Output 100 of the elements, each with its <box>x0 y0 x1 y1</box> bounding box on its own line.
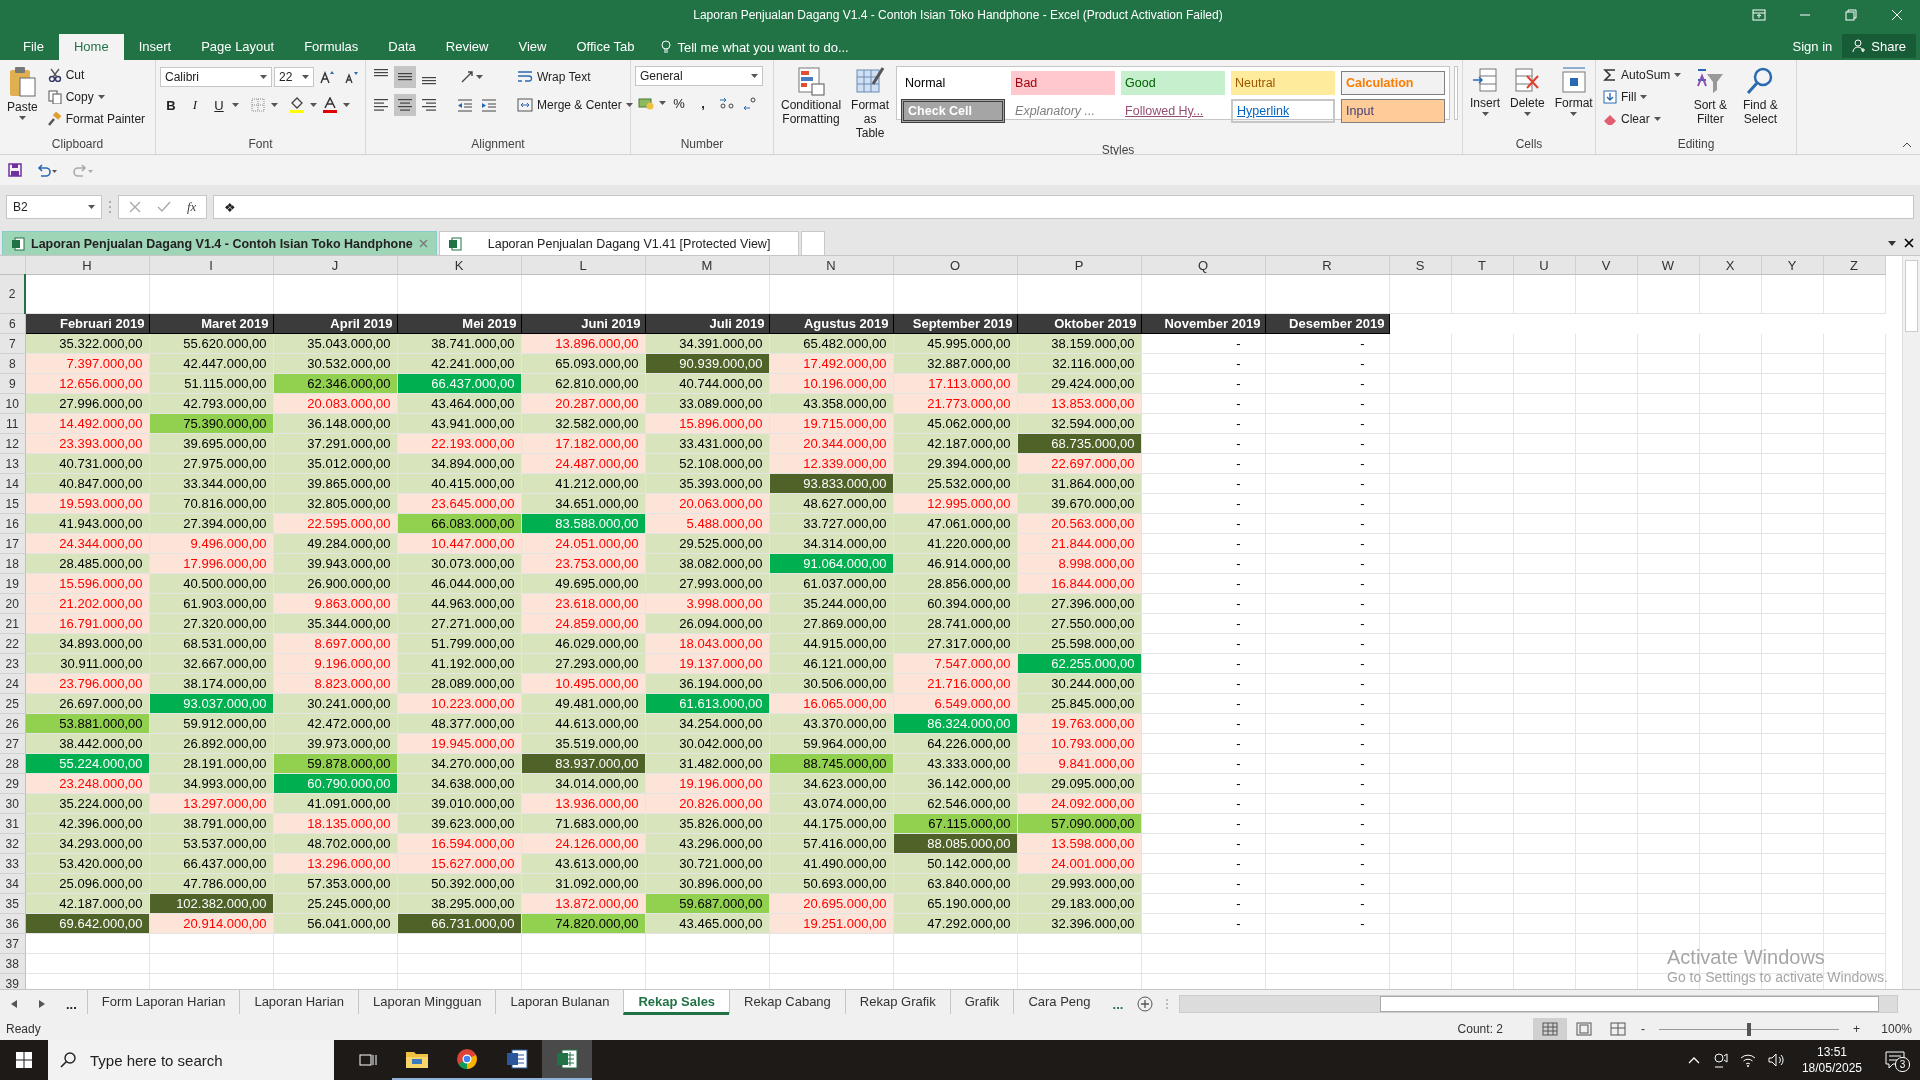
delete-button[interactable]: Delete <box>1507 64 1548 136</box>
column-header[interactable]: N <box>769 256 893 275</box>
workbook-tab[interactable]: Laporan Penjualan Dagang V1.41 [Protected View] <box>438 231 800 255</box>
paste-button[interactable]: Paste <box>4 64 41 136</box>
ribbon-tab[interactable]: Formulas <box>289 34 374 60</box>
row-header[interactable]: 7 <box>0 333 25 354</box>
sign-in-link[interactable]: Sign in <box>1782 34 1843 60</box>
sheet-tab[interactable]: Form Laporan Harian <box>86 990 240 1014</box>
tell-me-search[interactable]: Tell me what you want to do... <box>661 34 849 60</box>
row-header[interactable]: 10 <box>0 393 25 414</box>
column-header[interactable]: U <box>1513 256 1575 275</box>
search-box[interactable]: Type here to search <box>48 1040 334 1080</box>
column-header[interactable]: R <box>1265 256 1389 275</box>
ribbon-tab[interactable]: Review <box>430 34 504 60</box>
column-header[interactable]: Y <box>1761 256 1823 275</box>
fill-button[interactable]: Fill <box>1600 86 1685 108</box>
row-header[interactable]: 21 <box>0 613 25 634</box>
new-sheet-button[interactable] <box>1137 996 1154 1012</box>
column-header[interactable]: X <box>1699 256 1761 275</box>
row-header[interactable]: 34 <box>0 873 25 894</box>
cut-button[interactable]: Cut <box>44 64 149 86</box>
format-painter-button[interactable]: Format Painter <box>44 108 149 130</box>
zoom-out-button[interactable]: - <box>1635 1022 1651 1036</box>
row-header[interactable]: 6 <box>0 313 25 334</box>
format-as-table-button[interactable]: Format as Table <box>848 64 893 142</box>
horizontal-scrollbar[interactable] <box>1179 995 1898 1013</box>
font-name-field[interactable]: Calibri <box>160 67 272 87</box>
row-header[interactable]: 9 <box>0 373 25 394</box>
ribbon-tab[interactable]: File <box>8 34 59 60</box>
insert-function-button[interactable]: fx <box>187 199 197 215</box>
ribbon-tab[interactable]: View <box>503 34 562 60</box>
row-header[interactable]: 24 <box>0 673 25 694</box>
column-header[interactable]: O <box>893 256 1017 275</box>
sort-filter-button[interactable]: Sort & Filter <box>1688 64 1733 136</box>
column-header[interactable]: S <box>1389 256 1451 275</box>
font-size-field[interactable]: 22 <box>274 67 314 87</box>
column-header[interactable]: Q <box>1141 256 1265 275</box>
sheet-tab[interactable]: Rekap Grafik <box>844 990 950 1014</box>
row-header[interactable]: 28 <box>0 753 25 774</box>
normal-view-button[interactable] <box>1533 1018 1567 1040</box>
row-header[interactable]: 38 <box>0 953 25 974</box>
align-center-button[interactable] <box>394 94 416 116</box>
row-header[interactable]: 12 <box>0 433 25 454</box>
row-header[interactable]: 37 <box>0 933 25 954</box>
vertical-scrollbar[interactable] <box>1902 256 1920 989</box>
tab-list-button[interactable] <box>1888 240 1896 246</box>
cell-style-option[interactable]: Bad <box>1011 71 1116 95</box>
row-header[interactable]: 27 <box>0 733 25 754</box>
format-button[interactable]: Format <box>1551 64 1596 136</box>
workbook-tab[interactable]: Laporan Penjualan Dagang V1.4 - Contoh Isian Toko Handphone <box>2 231 437 255</box>
column-header[interactable]: Z <box>1823 256 1885 275</box>
row-header[interactable]: 29 <box>0 773 25 794</box>
row-header[interactable]: 19 <box>0 573 25 594</box>
ribbon-tab[interactable]: Office Tab <box>561 34 650 60</box>
percent-button[interactable]: % <box>668 92 690 114</box>
align-middle-button[interactable] <box>394 66 416 88</box>
row-header[interactable]: 35 <box>0 893 25 914</box>
sheet-tab[interactable]: Grafik <box>949 990 1014 1014</box>
comma-style-button[interactable]: , <box>692 92 714 114</box>
more-sheets-button[interactable]: ... <box>1104 996 1132 1012</box>
row-header[interactable]: 25 <box>0 693 25 714</box>
column-header[interactable]: T <box>1451 256 1513 275</box>
column-header[interactable]: V <box>1575 256 1637 275</box>
cell-style-option[interactable]: Good <box>1121 71 1226 95</box>
copy-button[interactable]: Copy <box>44 86 149 108</box>
row-header[interactable]: 17 <box>0 533 25 554</box>
row-header[interactable]: 13 <box>0 453 25 474</box>
column-header[interactable]: K <box>397 256 521 275</box>
italic-button[interactable]: I <box>184 94 206 116</box>
share-button[interactable]: Share <box>1842 34 1916 58</box>
row-header[interactable]: 30 <box>0 793 25 814</box>
formula-input[interactable]: ❖ <box>213 195 1914 219</box>
notifications-button[interactable]: 3 <box>1880 1046 1910 1074</box>
wrap-text-button[interactable]: Wrap Text <box>514 66 636 88</box>
row-header[interactable]: 18 <box>0 553 25 574</box>
column-header[interactable]: W <box>1637 256 1699 275</box>
row-header[interactable]: 15 <box>0 493 25 514</box>
conditional-formatting-button[interactable]: Conditional Formatting <box>778 64 845 142</box>
sheet-tab[interactable]: Laporan Mingguan <box>358 990 496 1014</box>
cell-style-option[interactable]: Neutral <box>1231 71 1336 95</box>
ribbon-tab[interactable]: Insert <box>123 34 187 60</box>
autosum-button[interactable]: AutoSum <box>1600 64 1685 86</box>
row-header[interactable]: 20 <box>0 593 25 614</box>
row-header[interactable]: 31 <box>0 813 25 834</box>
row-header[interactable]: 23 <box>0 653 25 674</box>
ribbon-tab[interactable]: Home <box>58 34 124 60</box>
row-header[interactable]: 11 <box>0 413 25 434</box>
column-header[interactable]: M <box>645 256 769 275</box>
row-header[interactable]: 32 <box>0 833 25 854</box>
column-header[interactable]: H <box>25 256 149 275</box>
clear-button[interactable]: Clear <box>1600 108 1685 130</box>
row-header[interactable]: 2 <box>0 274 25 314</box>
underline-button[interactable]: U <box>208 94 230 116</box>
cell-style-option[interactable]: Normal <box>901 71 1006 95</box>
taskbar-app[interactable] <box>542 1040 592 1080</box>
column-header[interactable]: I <box>149 256 273 275</box>
more-sheets-button[interactable]: ... <box>56 996 87 1012</box>
save-button[interactable] <box>8 163 22 177</box>
ribbon-tab[interactable]: Page Layout <box>186 34 290 60</box>
sheet-tab[interactable]: Cara Peng <box>1013 990 1105 1014</box>
